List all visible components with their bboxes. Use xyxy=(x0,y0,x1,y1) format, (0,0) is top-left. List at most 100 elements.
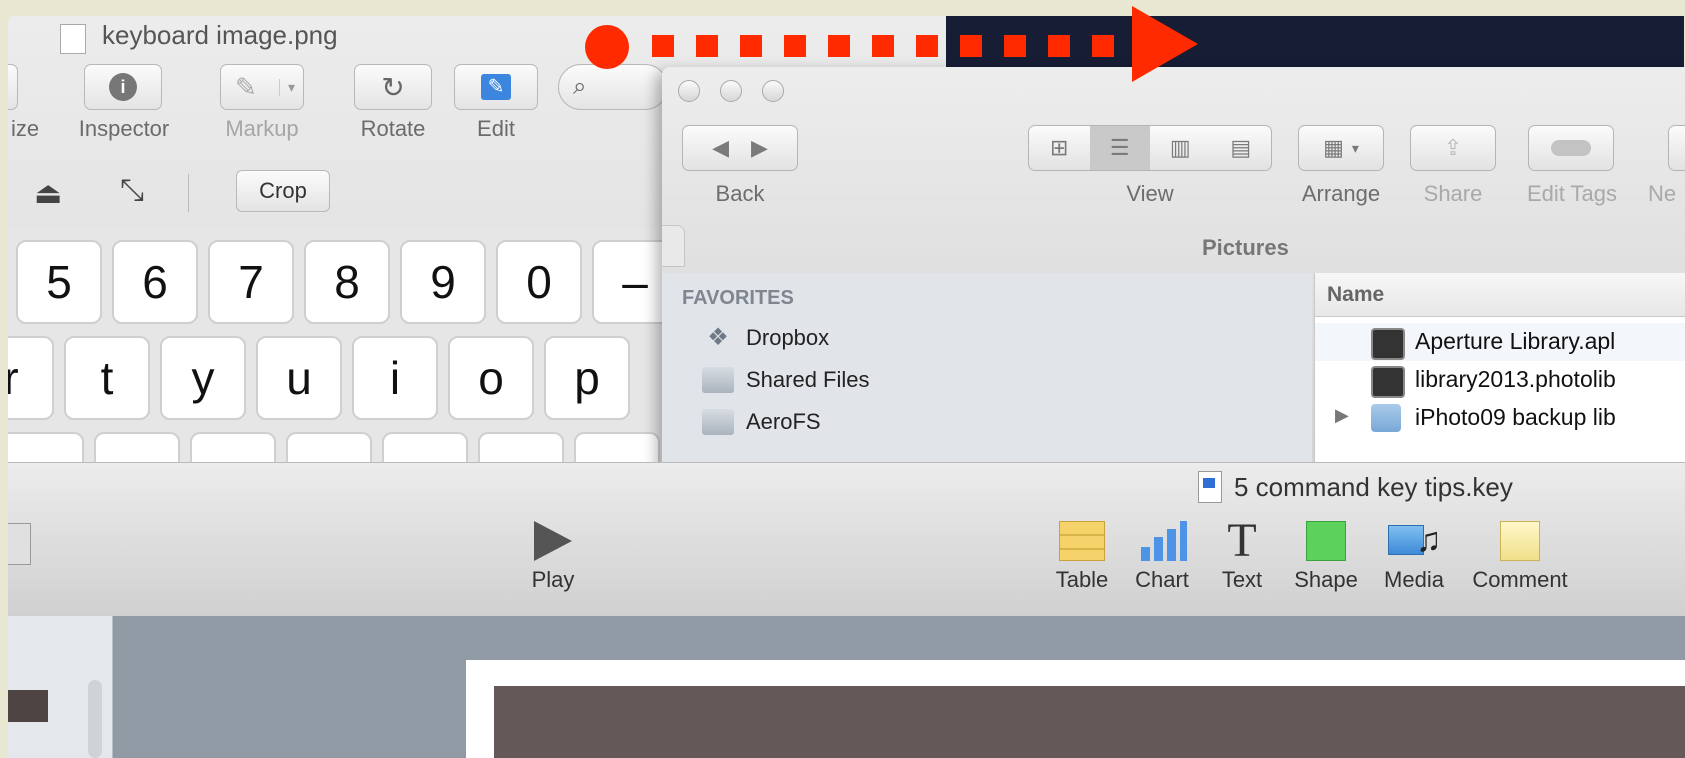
edit-label: Edit xyxy=(477,116,515,141)
keynote-file-icon xyxy=(1198,471,1222,503)
key-partial xyxy=(574,432,660,466)
dropbox-icon: ❖ xyxy=(707,324,729,351)
window-title: keyboard image.png xyxy=(102,20,338,50)
edit-tags-label: Edit Tags xyxy=(1526,181,1618,206)
back-label: Back xyxy=(715,181,765,206)
view-menu-partial[interactable] xyxy=(8,523,31,565)
file-row[interactable]: ▶ iPhoto09 backup lib xyxy=(1315,399,1685,437)
view-label: View xyxy=(1126,181,1174,206)
sidebar-item-shared-files[interactable]: Shared Files xyxy=(702,367,870,393)
disclosure-triangle-icon[interactable]: ▶ xyxy=(1335,405,1349,426)
sidebar-item-aerofs[interactable]: AeroFS xyxy=(702,409,821,435)
key-partial xyxy=(190,432,276,466)
shape-button[interactable]: Shape xyxy=(1290,521,1362,593)
finder-window: ◀ ▶ Back ⊞ ☰ ▥ ▤ View ▦ ▾ Arrange ⇪ Shar… xyxy=(662,67,1685,467)
arrow-dash xyxy=(828,35,850,57)
document-icon xyxy=(60,24,86,54)
column-view-icon[interactable]: ▥ xyxy=(1150,135,1211,161)
markup-button[interactable]: ✎ ▾ xyxy=(220,64,304,110)
key-8: 8 xyxy=(304,240,390,324)
share-icon: ⇪ xyxy=(1443,135,1463,160)
search-icon: ⌕ xyxy=(573,73,587,100)
new-folder-button[interactable] xyxy=(1668,125,1685,171)
edit-button[interactable]: ✎ xyxy=(454,64,538,110)
key-p: p xyxy=(544,336,630,420)
file-name: library2013.photolib xyxy=(1415,366,1616,392)
text-button[interactable]: T Text xyxy=(1210,514,1274,593)
navigator-scrollbar[interactable] xyxy=(88,680,102,758)
arrow-start-dot xyxy=(585,25,629,69)
back-forward-buttons[interactable]: ◀ ▶ xyxy=(682,125,798,171)
key-9: 9 xyxy=(400,240,486,324)
resize-button[interactable] xyxy=(8,64,18,110)
file-row[interactable]: library2013.photolib xyxy=(1315,361,1685,399)
play-label: Play xyxy=(531,567,575,592)
slide-background-shape[interactable] xyxy=(494,686,1685,758)
arrow-dash xyxy=(652,35,674,57)
edit-tags-button[interactable] xyxy=(1528,125,1614,171)
chart-icon xyxy=(1137,521,1187,561)
arrow-dash xyxy=(1092,35,1114,57)
play-icon xyxy=(534,521,572,561)
slide-thumbnail[interactable] xyxy=(8,690,48,722)
arrow-dash xyxy=(916,35,938,57)
coverflow-view-icon[interactable]: ▤ xyxy=(1211,135,1272,161)
share-label: Share xyxy=(1423,181,1483,206)
sidebar-header: FAVORITES xyxy=(682,287,794,309)
name-header-label: Name xyxy=(1327,283,1385,306)
folder-icon xyxy=(702,367,734,393)
arrow-dash xyxy=(740,35,762,57)
folder-icon xyxy=(702,409,734,435)
document-title-text: 5 command key tips.key xyxy=(1234,471,1513,502)
share-button[interactable]: ⇪ xyxy=(1410,125,1496,171)
key-y: y xyxy=(160,336,246,420)
icon-view-icon[interactable]: ⊞ xyxy=(1029,135,1090,161)
new-folder-label: Ne xyxy=(1648,181,1677,206)
comment-icon xyxy=(1500,521,1540,561)
table-label: Table xyxy=(1055,567,1109,592)
arrow-dash xyxy=(696,35,718,57)
keynote-document-title: 5 command key tips.key xyxy=(1198,471,1513,503)
crop-button[interactable]: Crop xyxy=(236,170,330,212)
comment-button[interactable]: Comment xyxy=(1464,521,1576,593)
zoom-button[interactable] xyxy=(762,80,784,102)
arrow-head-icon xyxy=(1132,6,1198,82)
media-label: Media xyxy=(1384,567,1444,592)
key-5: 5 xyxy=(16,240,102,324)
text-icon: T xyxy=(1227,514,1257,567)
shape-icon xyxy=(1306,521,1346,561)
close-button[interactable] xyxy=(678,80,700,102)
adjust-icon[interactable]: ⏏ xyxy=(34,176,62,211)
comment-label: Comment xyxy=(1472,567,1568,592)
search-field[interactable]: ⌕ xyxy=(558,64,668,110)
table-button[interactable]: Table xyxy=(1046,521,1118,593)
rotate-button[interactable]: ↻ xyxy=(354,64,432,110)
chart-button[interactable]: Chart xyxy=(1126,521,1198,593)
key-t: t xyxy=(64,336,150,420)
key-6: 6 xyxy=(112,240,198,324)
play-button[interactable]: Play xyxy=(508,521,598,593)
key-partial xyxy=(382,432,468,466)
name-column-header[interactable]: Name xyxy=(1315,273,1685,317)
keynote-toolbar: 5 command key tips.key Play Table Chart … xyxy=(8,462,1685,617)
key-7: 7 xyxy=(208,240,294,324)
key-partial xyxy=(478,432,564,466)
photo-library-icon xyxy=(1371,366,1405,398)
file-row[interactable]: Aperture Library.apl xyxy=(1315,323,1685,361)
minimize-button[interactable] xyxy=(720,80,742,102)
toolbar-divider xyxy=(188,174,189,212)
table-icon xyxy=(1059,521,1105,561)
list-view-icon[interactable]: ☰ xyxy=(1089,126,1150,170)
arrange-button[interactable]: ▦ ▾ xyxy=(1298,125,1384,171)
key-i: i xyxy=(352,336,438,420)
sidebar-item-dropbox[interactable]: ❖ Dropbox xyxy=(702,325,829,351)
view-segmented-control[interactable]: ⊞ ☰ ▥ ▤ xyxy=(1028,125,1272,171)
media-button[interactable]: ♫ Media xyxy=(1374,521,1454,593)
forward-arrow-icon[interactable]: ▶ xyxy=(751,135,768,161)
back-arrow-icon[interactable]: ◀ xyxy=(712,135,729,161)
resize-arrows-icon[interactable]: ⤡ xyxy=(120,174,144,208)
rotate-label: Rotate xyxy=(360,116,426,141)
inspector-button[interactable]: i xyxy=(84,64,162,110)
arrow-dash xyxy=(960,35,982,57)
key-u: u xyxy=(256,336,342,420)
